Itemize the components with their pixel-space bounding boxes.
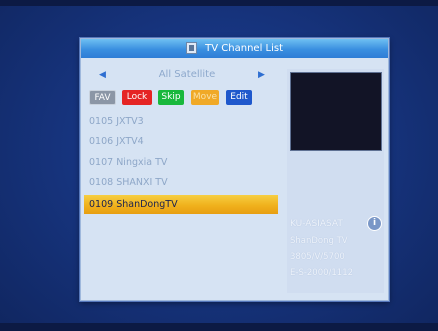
satellite-selector[interactable]: ◀ All Satellite ▶ <box>87 68 277 82</box>
satellite-label: All Satellite <box>158 69 216 80</box>
channel-item[interactable]: 0105 JXTV3 <box>87 113 277 131</box>
edit-button[interactable]: Edit <box>226 90 252 105</box>
screen-bezel-bottom <box>0 323 438 331</box>
channel-item[interactable]: 0106 JXTV4 <box>87 133 277 151</box>
channel-item-selected[interactable]: 0109 ShanDongTV <box>84 195 278 214</box>
channel-info-pane: KU-ASIASAT i ShanDong TV 3805/V/5700 E-S… <box>287 69 384 293</box>
info-channel-name: ShanDong TV <box>290 236 348 246</box>
screen-bezel-top <box>0 0 438 6</box>
dialog-title-bar: TV Channel List <box>81 39 388 58</box>
info-icon: i <box>367 216 382 231</box>
info-pids: E-S-2000/1112 <box>290 268 354 278</box>
channel-item[interactable]: 0107 Ningxia TV <box>87 154 277 172</box>
dialog-title: TV Channel List <box>205 43 284 54</box>
arrow-left-icon[interactable]: ◀ <box>99 68 106 82</box>
tv-list-icon <box>185 41 197 54</box>
lock-button[interactable]: Lock <box>122 90 152 105</box>
channel-item[interactable]: 0108 SHANXI TV <box>87 174 277 192</box>
move-button[interactable]: Move <box>191 90 219 105</box>
info-transponder: 3805/V/5700 <box>290 252 345 262</box>
info-satellite: KU-ASIASAT <box>290 219 343 229</box>
arrow-right-icon[interactable]: ▶ <box>258 68 265 82</box>
fav-button[interactable]: FAV <box>89 90 116 105</box>
video-preview <box>290 72 382 151</box>
tv-channel-list-dialog: TV Channel List ◀ All Satellite ▶ FAV Lo… <box>80 38 389 301</box>
skip-button[interactable]: Skip <box>158 90 184 105</box>
